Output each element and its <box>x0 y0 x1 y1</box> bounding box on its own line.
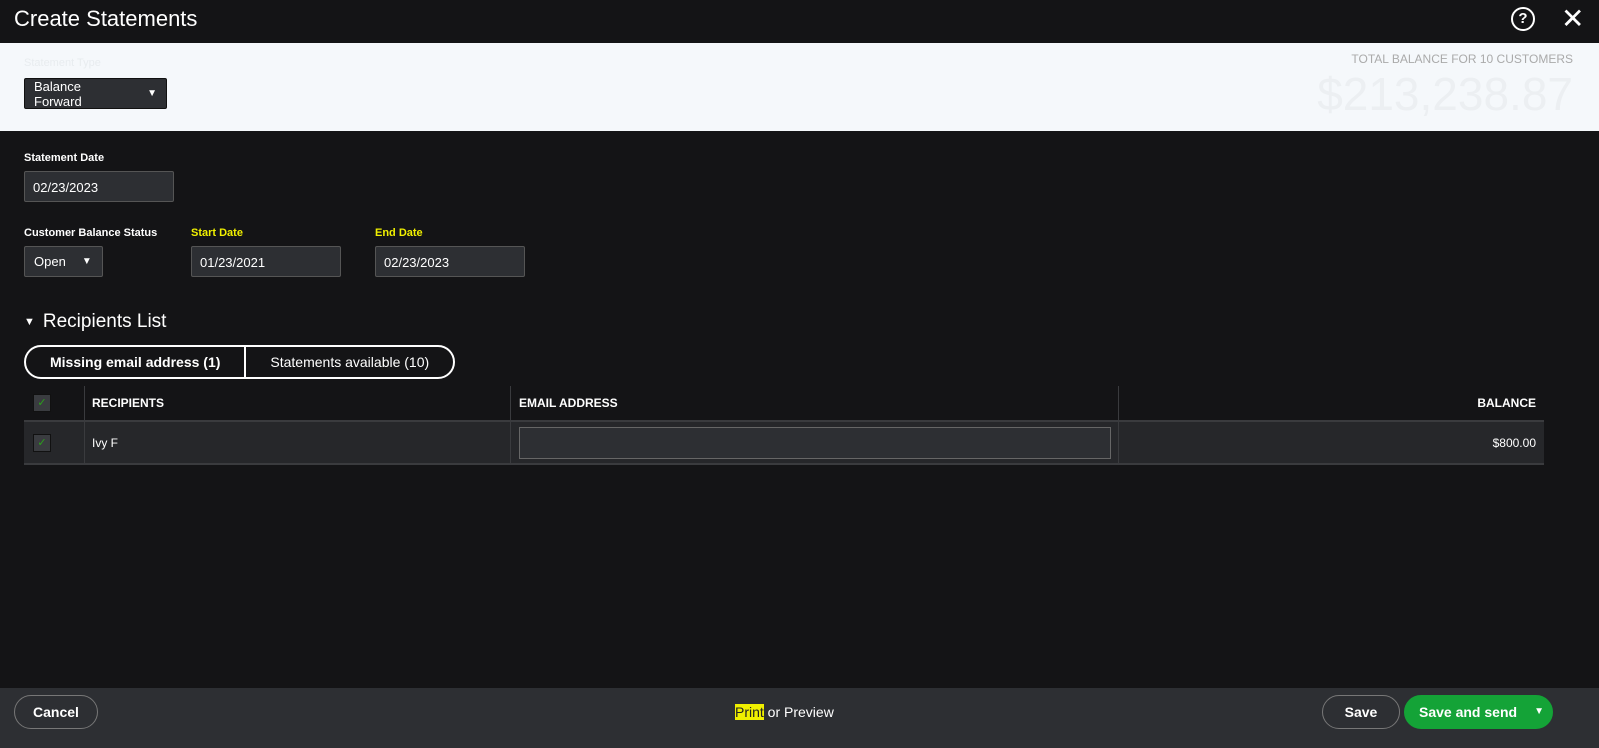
recipients-tabs: Missing email address (1) Statements ava… <box>24 345 456 379</box>
preview-link[interactable]: or Preview <box>764 704 834 720</box>
title-bar: Create Statements ? ✕ <box>0 0 1599 43</box>
caret-down-icon: ▼ <box>147 88 157 99</box>
column-email[interactable]: EMAIL ADDRESS <box>511 386 1119 420</box>
statement-type-select[interactable]: Balance Forward ▼ <box>24 78 167 109</box>
caret-down-icon[interactable]: ▼ <box>1534 696 1544 728</box>
caret-down-icon: ▼ <box>81 256 92 267</box>
statement-type-label: Statement Type <box>24 57 101 69</box>
start-date-input[interactable]: 01/23/2021 <box>191 246 341 277</box>
footer: Cancel Print or Preview Save Save and se… <box>0 688 1599 748</box>
start-date-label: Start Date <box>191 227 243 239</box>
recipients-table: ✓ RECIPIENTS EMAIL ADDRESS BALANCE ✓ Ivy… <box>24 386 1544 465</box>
recipient-balance: $800.00 <box>1492 435 1536 450</box>
print-link[interactable]: Print <box>735 704 764 720</box>
balance-status-label: Customer Balance Status <box>24 227 158 239</box>
tab-missing-email[interactable]: Missing email address (1) <box>26 347 244 377</box>
print-or-preview[interactable]: Print or Preview <box>735 704 834 720</box>
recipients-list-title: Recipients List <box>42 311 167 332</box>
table-header: ✓ RECIPIENTS EMAIL ADDRESS BALANCE <box>24 386 1544 420</box>
cancel-button[interactable]: Cancel <box>14 695 98 729</box>
total-balance-label: TOTAL BALANCE FOR 10 CUSTOMERS <box>1351 52 1573 66</box>
save-and-send-label: Save and send <box>1419 704 1518 720</box>
recipients-list-toggle[interactable]: ▼ Recipients List <box>24 311 166 333</box>
save-and-send-button[interactable]: Save and send ▼ <box>1404 695 1553 729</box>
caret-down-icon: ▼ <box>24 316 35 328</box>
close-icon[interactable]: ✕ <box>1561 2 1584 35</box>
end-date-label: End Date <box>375 227 423 239</box>
balance-status-select[interactable]: Open ▼ <box>24 246 103 277</box>
statement-type-band: Statement Type Balance Forward ▼ TOTAL BA… <box>0 43 1599 131</box>
help-icon[interactable]: ? <box>1511 7 1535 31</box>
statement-type-value: Balance Forward <box>34 78 82 109</box>
recipient-name: Ivy F <box>85 422 511 463</box>
column-recipients[interactable]: RECIPIENTS <box>85 386 511 420</box>
column-balance[interactable]: BALANCE <box>1119 396 1544 410</box>
page-title: Create Statements <box>14 6 198 31</box>
select-all-checkbox[interactable]: ✓ <box>33 394 51 412</box>
tab-statements-available[interactable]: Statements available (10) <box>244 347 453 377</box>
email-address-input[interactable] <box>519 426 1111 459</box>
total-balance-value: $213,238.87 <box>1317 68 1573 120</box>
row-checkbox[interactable]: ✓ <box>33 433 51 452</box>
balance-status-value: Open <box>34 254 66 269</box>
table-row: ✓ Ivy F $800.00 <box>24 420 1544 465</box>
end-date-input[interactable]: 02/23/2023 <box>375 246 525 277</box>
statement-date-label: Statement Date <box>24 152 105 164</box>
save-button[interactable]: Save <box>1322 695 1400 729</box>
statement-date-input[interactable]: 02/23/2023 <box>24 171 174 202</box>
